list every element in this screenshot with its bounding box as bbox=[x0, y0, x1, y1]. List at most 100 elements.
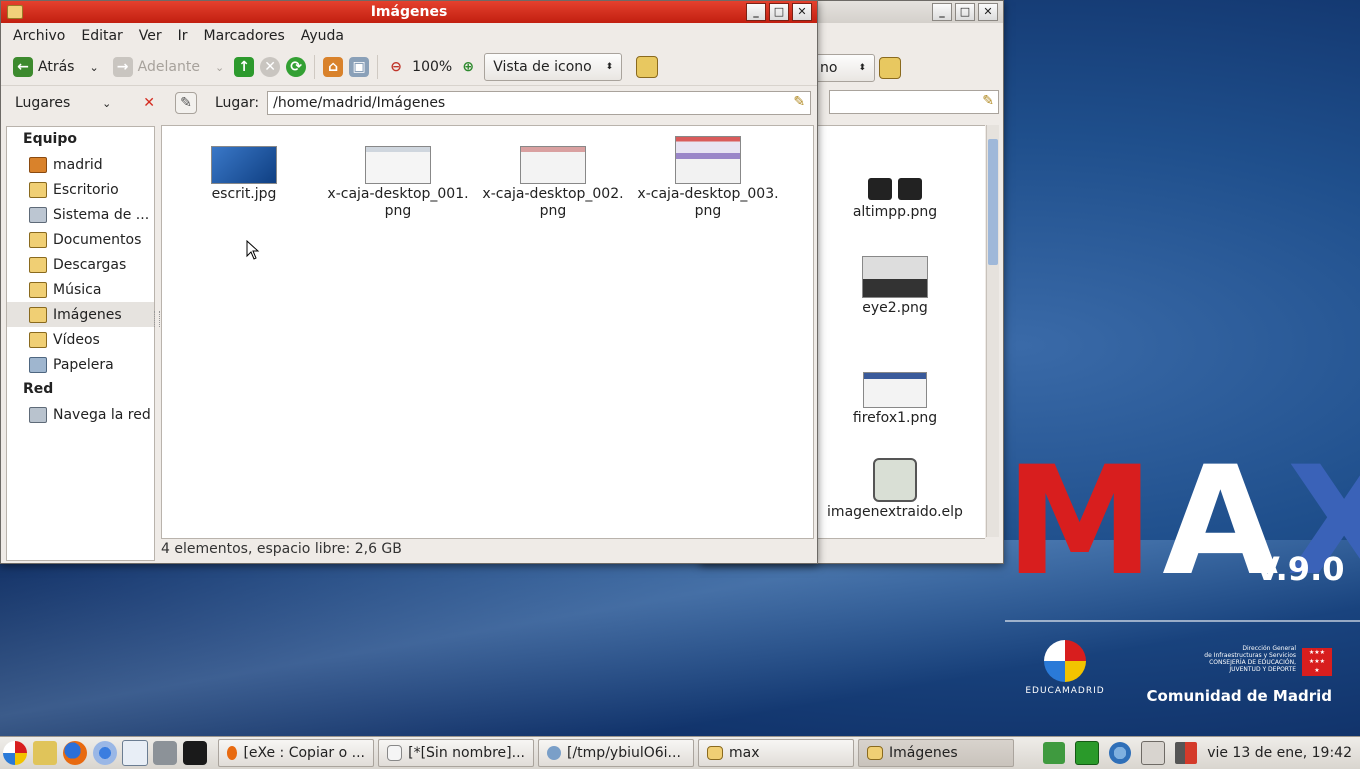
close-sidebar-icon[interactable]: ✕ bbox=[143, 95, 155, 111]
file-name: x-caja-desktop_001. bbox=[327, 186, 469, 202]
zoom-out-icon[interactable]: ⊖ bbox=[386, 57, 406, 77]
minimize-button[interactable]: _ bbox=[746, 3, 766, 21]
launcher-terminal[interactable] bbox=[180, 739, 210, 767]
menu-ver[interactable]: Ver bbox=[131, 28, 170, 44]
computer-icon[interactable]: ▣ bbox=[349, 57, 370, 77]
location-input[interactable]: /home/madrid/Imágenes ✎ bbox=[267, 91, 812, 115]
maximize-button[interactable]: □ bbox=[769, 3, 789, 21]
task-label: [/tmp/ybiulO6i... bbox=[567, 745, 681, 761]
minimize-button[interactable]: _ bbox=[932, 3, 952, 21]
toggle-location-icon[interactable]: ✎ bbox=[175, 92, 197, 114]
clear-location-icon[interactable]: ✎ bbox=[793, 94, 805, 110]
sidebar-item-sistema[interactable]: Sistema de ... bbox=[7, 202, 154, 227]
back-location-input[interactable]: ✎ bbox=[829, 90, 999, 114]
menu-editar[interactable]: Editar bbox=[73, 28, 130, 44]
file-extension: png bbox=[539, 203, 567, 219]
cm-line-1: Dirección General bbox=[1242, 645, 1296, 652]
screenshot-thumbnail-icon bbox=[863, 372, 927, 408]
sidebar-item-escritorio[interactable]: Escritorio bbox=[7, 177, 154, 202]
exe-package-icon bbox=[873, 458, 917, 502]
task-exe[interactable]: [/tmp/ybiulO6i... bbox=[538, 739, 694, 767]
view-mode-combo[interactable]: Vista de icono ⬍ bbox=[484, 53, 623, 81]
file-item[interactable]: altimpp.png bbox=[820, 178, 970, 221]
sidebar-item-documentos[interactable]: Documentos bbox=[7, 227, 154, 252]
back-label: Atrás bbox=[38, 59, 75, 75]
launcher-screenshot[interactable] bbox=[150, 739, 180, 767]
reload-icon[interactable]: ⟳ bbox=[286, 57, 307, 77]
file-item[interactable]: x-caja-desktop_003. png bbox=[633, 136, 783, 220]
menu-marcadores[interactable]: Marcadores bbox=[196, 28, 293, 44]
pane-resize-handle[interactable] bbox=[154, 311, 160, 327]
screenshot-thumbnail-icon bbox=[675, 136, 741, 184]
status-bar: 4 elementos, espacio libre: 2,6 GB bbox=[161, 541, 402, 557]
chevron-down-icon[interactable]: ⌄ bbox=[215, 61, 224, 74]
forward-button[interactable]: → Adelante ⌄ bbox=[109, 55, 229, 79]
file-manager-window[interactable]: Imágenes _ □ ✕ Archivo Editar Ver Ir Mar… bbox=[0, 0, 818, 564]
file-name: escrit.jpg bbox=[211, 186, 277, 202]
educamadrid-star-icon bbox=[1044, 640, 1086, 682]
emblem-icon[interactable] bbox=[879, 57, 901, 79]
file-item[interactable]: x-caja-desktop_001. png bbox=[323, 146, 473, 220]
emblem-icon[interactable] bbox=[636, 56, 659, 78]
maximize-button[interactable]: □ bbox=[955, 3, 975, 21]
file-item[interactable]: imagenextraido.elp bbox=[820, 458, 970, 521]
icon-view[interactable]: escrit.jpg x-caja-desktop_001. png x-caj… bbox=[161, 125, 814, 539]
sidebar-item-imagenes[interactable]: Imágenes bbox=[7, 302, 154, 327]
removable-media-icon[interactable] bbox=[1141, 741, 1166, 765]
sidebar-item-label: Descargas bbox=[53, 256, 127, 273]
trash-applet-icon[interactable] bbox=[1043, 742, 1066, 764]
sidebar-item-videos[interactable]: Vídeos bbox=[7, 327, 154, 352]
menu-ayuda[interactable]: Ayuda bbox=[293, 28, 352, 44]
sidebar-item-network[interactable]: Navega la red bbox=[7, 402, 154, 427]
window-titlebar[interactable]: Imágenes _ □ ✕ bbox=[1, 1, 817, 23]
file-item[interactable]: eye2.png bbox=[820, 256, 970, 317]
launcher-firefox[interactable] bbox=[60, 739, 90, 767]
file-item[interactable]: escrit.jpg bbox=[169, 146, 319, 203]
max-version: V.9.0 bbox=[1255, 550, 1345, 588]
chevron-down-icon[interactable]: ⌄ bbox=[89, 61, 98, 74]
file-item[interactable]: firefox1.png bbox=[820, 372, 970, 427]
volume-icon[interactable] bbox=[1175, 742, 1198, 764]
file-extension: png bbox=[384, 203, 412, 219]
sidebar-item-papelera[interactable]: Papelera bbox=[7, 352, 154, 377]
file-item[interactable]: x-caja-desktop_002. png bbox=[478, 146, 628, 220]
stop-icon[interactable]: ✕ bbox=[260, 57, 281, 77]
clock[interactable]: vie 13 de ene, 19:42 bbox=[1207, 745, 1352, 761]
launcher-main-menu[interactable] bbox=[0, 739, 30, 767]
terminal-icon bbox=[183, 741, 207, 765]
back-view-combo[interactable]: no ⬍ bbox=[811, 54, 875, 82]
network-manager-icon[interactable] bbox=[1109, 742, 1132, 764]
task-imagenes-folder[interactable]: Imágenes bbox=[858, 739, 1014, 767]
close-button[interactable]: ✕ bbox=[978, 3, 998, 21]
home-icon[interactable]: ⌂ bbox=[323, 57, 344, 77]
sidebar-selector[interactable]: Lugares ⌄ ✕ bbox=[9, 95, 155, 111]
sidebar-item-label: Escritorio bbox=[53, 181, 119, 198]
vertical-scrollbar[interactable] bbox=[986, 125, 999, 537]
chevron-down-icon: ⌄ bbox=[102, 96, 112, 110]
menu-ir[interactable]: Ir bbox=[170, 28, 196, 44]
workspace-icon[interactable] bbox=[1075, 741, 1100, 765]
back-icon-view[interactable]: altimpp.png eye2.png firefox1.png imagen… bbox=[816, 125, 985, 539]
task-exe-browser[interactable]: [eXe : Copiar o ... bbox=[218, 739, 374, 767]
zoom-in-icon[interactable]: ⊕ bbox=[458, 57, 478, 77]
screenshot-thumbnail-icon bbox=[862, 256, 928, 298]
clear-location-icon[interactable]: ✎ bbox=[982, 93, 994, 109]
sidebar-item-musica[interactable]: Música bbox=[7, 277, 154, 302]
task-max-folder[interactable]: max bbox=[698, 739, 854, 767]
file-name: imagenextraido.elp bbox=[827, 504, 963, 520]
launcher-editor[interactable] bbox=[30, 739, 60, 767]
sidebar-item-label: Navega la red bbox=[53, 406, 151, 423]
launcher-writer[interactable] bbox=[120, 739, 150, 767]
scrollbar-thumb[interactable] bbox=[988, 139, 998, 265]
up-arrow-icon[interactable]: ↑ bbox=[234, 57, 255, 77]
keyboard-keys-thumbnail-icon bbox=[864, 178, 926, 202]
sidebar-item-descargas[interactable]: Descargas bbox=[7, 252, 154, 277]
file-extension: png bbox=[694, 203, 722, 219]
menu-archivo[interactable]: Archivo bbox=[5, 28, 73, 44]
sidebar-item-madrid[interactable]: madrid bbox=[7, 152, 154, 177]
close-button[interactable]: ✕ bbox=[792, 3, 812, 21]
task-label: [eXe : Copiar o ... bbox=[243, 745, 365, 761]
launcher-chromium[interactable] bbox=[90, 739, 120, 767]
task-text-editor[interactable]: [*[Sin nombre]... bbox=[378, 739, 534, 767]
back-button[interactable]: ← Atrás ⌄ bbox=[9, 55, 103, 79]
